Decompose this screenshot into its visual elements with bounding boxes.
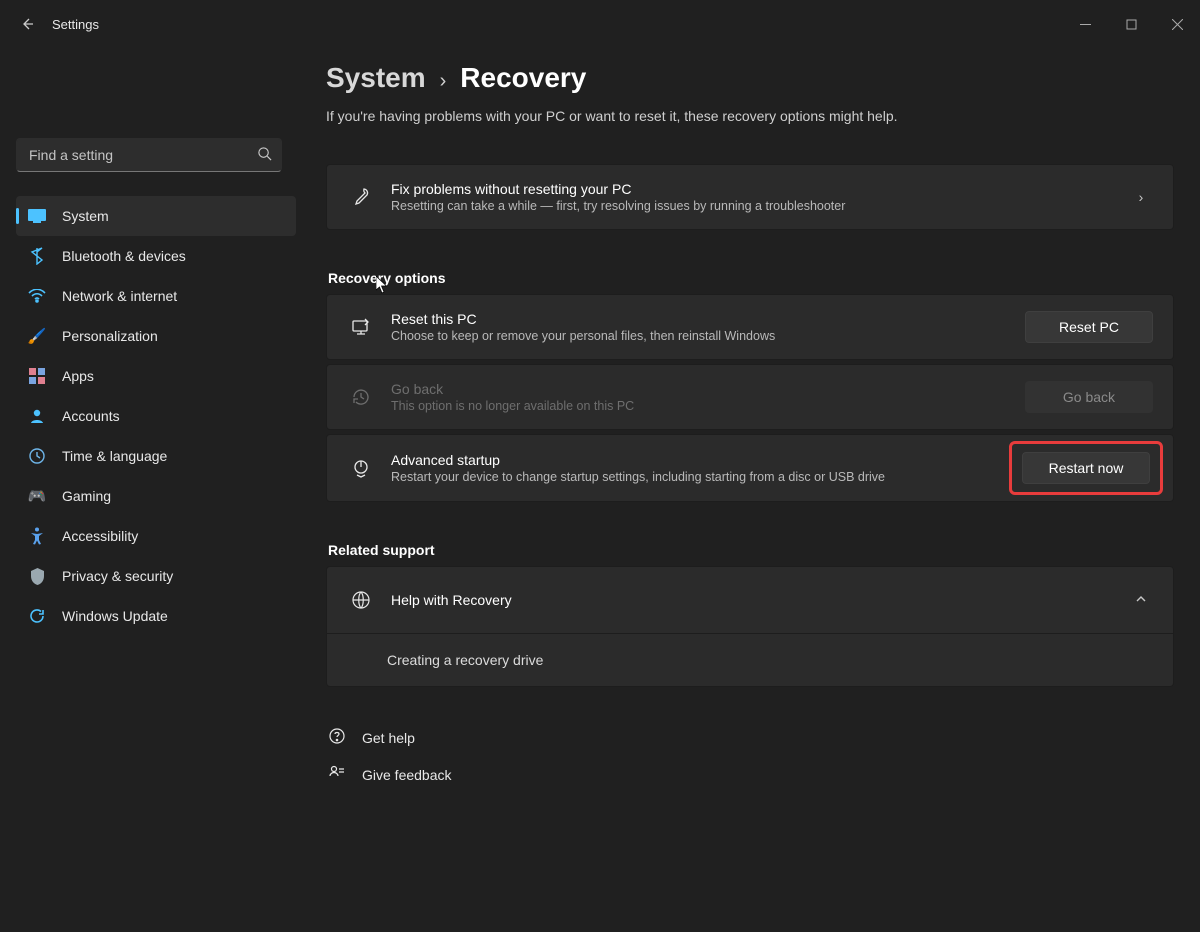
card-title: Go back [391,381,1025,397]
accessibility-icon [26,525,48,547]
breadcrumb: System › Recovery [326,62,1174,94]
brush-icon: 🖌️ [26,325,48,347]
wifi-icon [26,285,48,307]
feedback-icon [328,764,346,785]
sidebar-item-label: Accounts [62,408,120,424]
sidebar-item-label: Accessibility [62,528,138,544]
reset-pc-card: Reset this PC Choose to keep or remove y… [326,294,1174,360]
go-back-button: Go back [1025,381,1153,413]
card-desc: Resetting can take a while — first, try … [391,199,1129,213]
recovery-drive-link[interactable]: Creating a recovery drive [387,652,543,668]
app-title: Settings [52,17,99,32]
sidebar-item-label: Windows Update [62,608,168,624]
sidebar-item-label: System [62,208,109,224]
get-help-link[interactable]: Get help [326,719,1174,756]
page-subtitle: If you're having problems with your PC o… [326,108,1174,124]
maximize-button[interactable] [1108,8,1154,40]
sidebar-item-privacy[interactable]: Privacy & security [16,556,296,596]
sidebar-item-label: Privacy & security [62,568,173,584]
globe-icon [347,590,375,610]
card-title: Advanced startup [391,452,1019,468]
bluetooth-icon [26,245,48,267]
fix-problems-card[interactable]: Fix problems without resetting your PC R… [326,164,1174,230]
go-back-card: Go back This option is no longer availab… [326,364,1174,430]
help-icon [328,727,346,748]
sidebar-item-apps[interactable]: Apps [16,356,296,396]
sidebar-item-label: Apps [62,368,94,384]
sidebar-item-accounts[interactable]: Accounts [16,396,296,436]
chevron-right-icon: › [1129,189,1153,205]
reset-icon [347,317,375,337]
link-label: Get help [362,730,415,746]
minimize-button[interactable] [1062,8,1108,40]
arrow-left-icon [20,16,36,32]
sidebar-item-accessibility[interactable]: Accessibility [16,516,296,556]
power-arrow-icon [347,458,375,478]
gamepad-icon: 🎮 [26,485,48,507]
give-feedback-link[interactable]: Give feedback [326,756,1174,793]
maximize-icon [1126,19,1137,30]
system-icon [26,205,48,227]
history-icon [347,387,375,407]
card-desc: Restart your device to change startup se… [391,470,1019,484]
sidebar-item-label: Time & language [62,448,167,464]
apps-icon [26,365,48,387]
breadcrumb-parent[interactable]: System [326,62,426,94]
reset-pc-button[interactable]: Reset PC [1025,311,1153,343]
card-title: Reset this PC [391,311,1025,327]
expander-header[interactable]: Help with Recovery [327,567,1173,633]
search-input[interactable] [16,138,282,172]
highlight-annotation: Restart now [1009,441,1163,495]
sidebar-item-personalization[interactable]: 🖌️ Personalization [16,316,296,356]
sidebar-item-network[interactable]: Network & internet [16,276,296,316]
sidebar-item-bluetooth[interactable]: Bluetooth & devices [16,236,296,276]
sidebar-item-label: Personalization [62,328,158,344]
help-recovery-expander: Help with Recovery Creating a recovery d… [326,566,1174,687]
section-header-related-support: Related support [328,542,1174,558]
shield-icon [26,565,48,587]
sidebar-item-windows-update[interactable]: Windows Update [16,596,296,636]
close-icon [1172,19,1183,30]
sidebar-item-label: Network & internet [62,288,177,304]
chevron-up-icon [1129,592,1153,609]
restart-now-button[interactable]: Restart now [1022,452,1150,484]
card-desc: This option is no longer available on th… [391,399,1025,413]
link-label: Give feedback [362,767,452,783]
card-title: Fix problems without resetting your PC [391,181,1129,197]
close-button[interactable] [1154,8,1200,40]
update-icon [26,605,48,627]
clock-icon [26,445,48,467]
sidebar-item-label: Gaming [62,488,111,504]
page-title: Recovery [460,62,586,94]
chevron-right-icon: › [440,70,447,93]
window-controls [1062,8,1200,40]
advanced-startup-card: Advanced startup Restart your device to … [326,434,1174,502]
back-button[interactable] [14,10,42,38]
main-content: System › Recovery If you're having probl… [310,48,1200,932]
section-header-recovery-options: Recovery options [328,270,1174,286]
sidebar-item-label: Bluetooth & devices [62,248,186,264]
person-icon [26,405,48,427]
minimize-icon [1080,19,1091,30]
wrench-icon [347,187,375,207]
sidebar-item-system[interactable]: System [16,196,296,236]
card-desc: Choose to keep or remove your personal f… [391,329,1025,343]
sidebar: System Bluetooth & devices Network & int… [0,48,310,932]
expander-title: Help with Recovery [391,592,1129,608]
sidebar-item-gaming[interactable]: 🎮 Gaming [16,476,296,516]
titlebar: Settings [0,0,1200,48]
sidebar-item-time-language[interactable]: Time & language [16,436,296,476]
